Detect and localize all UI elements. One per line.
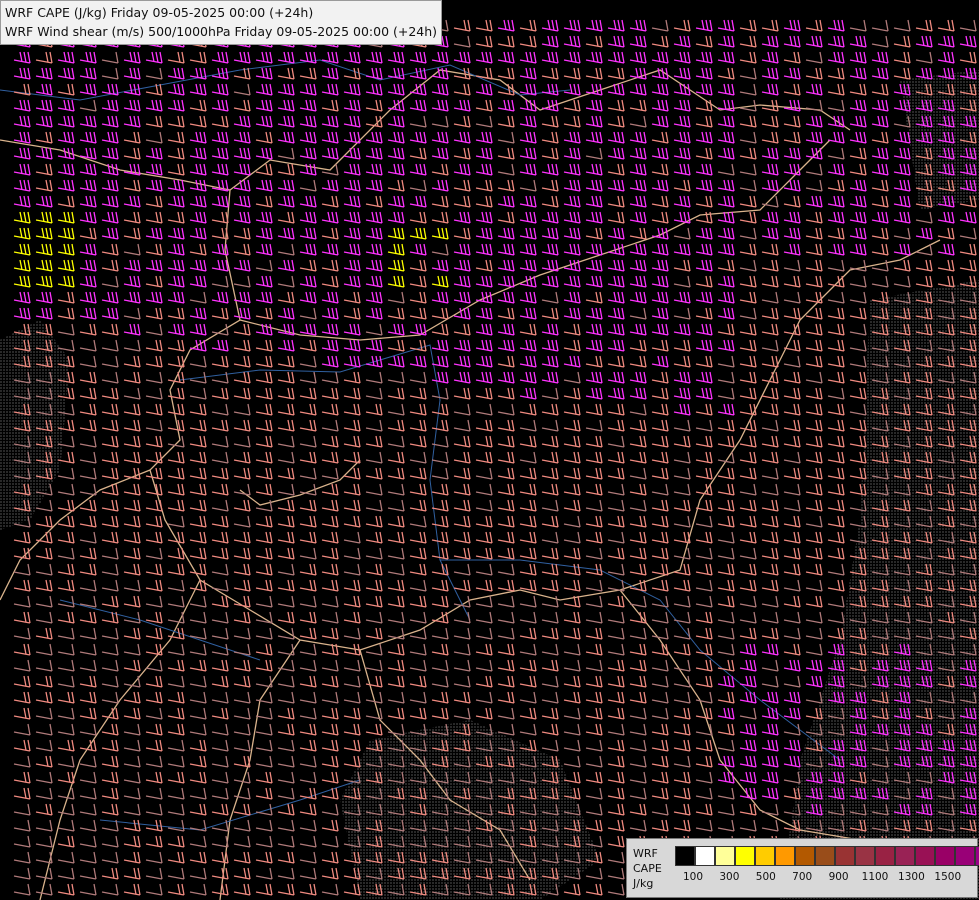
legend-swatch	[775, 846, 795, 866]
legend-swatch	[715, 846, 735, 866]
legend-field: CAPE	[633, 862, 662, 875]
legend-swatch	[815, 846, 835, 866]
cape-title: WRF CAPE (J/kg) Friday 09-05-2025 00:00 …	[5, 5, 314, 20]
legend-swatch	[695, 846, 715, 866]
map-title-box: WRF CAPE (J/kg) Friday 09-05-2025 00:00 …	[0, 0, 443, 45]
legend-tick-label: 900	[828, 871, 849, 883]
legend-tick-label: 1500	[934, 871, 962, 883]
legend-unit: J/kg	[633, 877, 654, 890]
legend-swatch	[875, 846, 895, 866]
legend-tick-label: 300	[719, 871, 740, 883]
weather-map	[0, 0, 979, 900]
legend-model: WRF	[633, 847, 658, 860]
legend-tick-label: 500	[755, 871, 776, 883]
legend-swatch	[835, 846, 855, 866]
legend-swatch	[735, 846, 755, 866]
legend-swatch	[755, 846, 775, 866]
shear-title: WRF Wind shear (m/s) 500/1000hPa Friday …	[5, 24, 438, 39]
cape-legend: WRF CAPE J/kg 100 300 500 700 900 1100 1300 150…	[626, 838, 979, 898]
legend-tick-label: 100	[682, 871, 704, 883]
legend-tick-labels: 100 300 500 700 900 1100 1300 1500	[675, 871, 975, 885]
legend-swatch	[675, 846, 695, 866]
legend-tick-label: 1300	[898, 871, 925, 883]
legend-swatch	[935, 846, 955, 866]
legend-swatch	[955, 846, 975, 866]
legend-swatch	[895, 846, 915, 866]
legend-swatch	[855, 846, 875, 866]
legend-tick-label: 700	[792, 871, 813, 883]
legend-tick-label: 1100	[861, 871, 889, 883]
legend-swatch	[975, 846, 979, 866]
legend-swatch	[795, 846, 815, 866]
legend-color-scale	[675, 846, 979, 866]
legend-swatch	[915, 846, 935, 866]
